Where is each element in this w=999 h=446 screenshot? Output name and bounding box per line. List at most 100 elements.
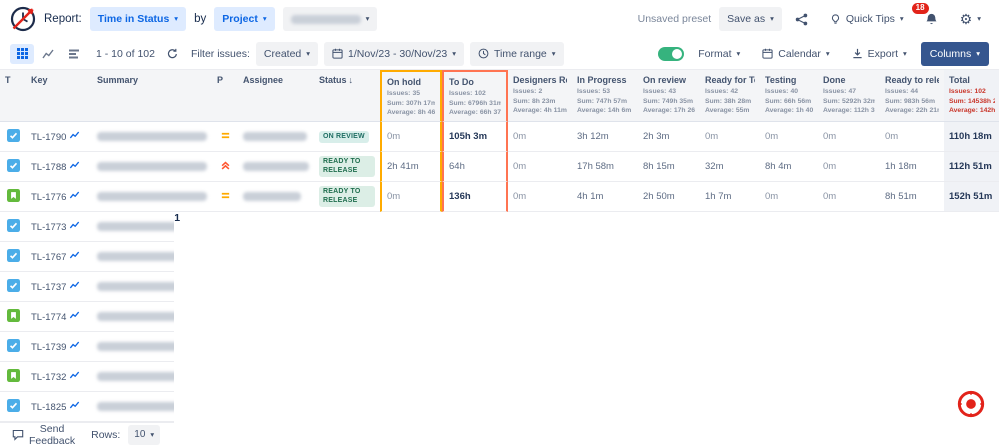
trend-chart-icon[interactable] [69,250,80,260]
issue-key-link[interactable]: TL-1790 [31,132,66,143]
status-badge: ON REVIEW [319,131,369,144]
time-cell: 0m [508,152,572,182]
column-stat-issues: Issues:2 [513,87,567,97]
trend-chart-icon[interactable] [69,220,80,230]
save-as-button[interactable]: Save as ▾ [719,7,782,31]
report-type-dropdown[interactable]: Time in Status ▾ [90,7,186,31]
filter-created-dropdown[interactable]: Created ▾ [256,42,318,66]
time-cell: 105h 3m [442,122,508,152]
trend-chart-icon[interactable] [69,190,80,200]
time-cell: 0m [508,122,572,152]
columns-dropdown[interactable]: Columns ▾ [921,42,989,66]
trend-chart-icon[interactable] [69,280,80,290]
group-by-dropdown[interactable]: Project ▾ [214,7,274,31]
notification-badge: 18 [912,3,929,14]
share-icon[interactable] [790,7,814,31]
column-stat-issues: Issues:102 [949,87,995,97]
issue-key-cell: TL-1739 [26,332,92,362]
issue-key-cell: TL-1732 [26,362,92,392]
send-feedback-button[interactable]: Send Feedback [12,423,75,446]
table-view-button[interactable] [10,44,34,64]
gear-icon: ⚙ [960,12,973,26]
project-filter-dropdown[interactable]: ▾ [283,7,378,31]
column-header-on-review[interactable]: On reviewIssues:43Sum:749h 35mAverage:17… [638,70,700,122]
column-stat-sum: Sum:8h 23m [513,97,567,107]
format-toggle[interactable] [658,47,684,61]
settings-button[interactable]: ⚙ ▾ [952,7,989,31]
issue-key-link[interactable]: TL-1732 [31,372,66,383]
issue-key-link[interactable]: TL-1773 [31,222,66,233]
trend-chart-icon[interactable] [69,130,80,140]
column-header-summary[interactable]: Summary [92,70,212,122]
column-header-testing[interactable]: TestingIssues:40Sum:66h 56mAverage:1h 40… [760,70,818,122]
time-cell: 2h 50m [638,182,700,212]
task-type-icon [7,219,20,232]
issue-key-link[interactable]: TL-1739 [31,342,66,353]
column-header-done[interactable]: DoneIssues:47Sum:5292h 32mAverage:112h 3… [818,70,880,122]
rows-per-page-dropdown[interactable]: 10 ▾ [128,425,160,445]
page-1[interactable]: 1 [174,212,999,446]
calendar-dropdown[interactable]: Calendar ▾ [754,42,837,66]
issue-key-link[interactable]: TL-1737 [31,282,66,293]
issue-key-cell: TL-1776 [26,182,92,212]
chevron-down-icon: ▾ [366,15,370,23]
column-stat-average: Average:142h 32m [949,106,995,116]
column-header-t[interactable]: T [0,70,26,122]
trend-chart-icon[interactable] [69,160,80,170]
time-cell: 0m [380,122,442,152]
chevron-down-icon: ▾ [452,50,456,58]
total-cell: 110h 18m [944,122,999,152]
column-header-in-progress[interactable]: In ProgressIssues:53Sum:747h 57mAverage:… [572,70,638,122]
list-view-button[interactable] [62,44,86,64]
quick-tips-button[interactable]: Quick Tips ▾ [822,7,912,31]
status-cell: READY TO RELEASE [314,182,380,212]
trend-chart-icon[interactable] [69,370,80,380]
issue-type-cell [0,302,26,332]
trend-chart-icon[interactable] [69,340,80,350]
refresh-icon[interactable] [161,42,185,66]
column-header-ready-to-release[interactable]: Ready to releaseIssues:44Sum:983h 56mAve… [880,70,944,122]
column-header-ready-for-testing[interactable]: Ready for TestingIssues:42Sum:38h 28mAve… [700,70,760,122]
column-header-on-hold[interactable]: On holdIssues:35Sum:307h 17mAverage:8h 4… [380,70,442,122]
priority-cell [212,182,238,212]
task-type-icon [7,159,20,172]
export-label: Export [868,48,898,60]
result-count: 1 - 10 of 102 [96,48,155,60]
format-dropdown[interactable]: Format ▾ [690,42,748,66]
date-range-picker[interactable]: 1/Nov/23 - 30/Nov/23 ▾ [324,42,464,66]
column-title: Summary [97,75,138,85]
time-cell: 8h 51m [880,182,944,212]
priority-cell [212,122,238,152]
sort-desc-icon: ↓ [349,75,354,85]
export-dropdown[interactable]: Export ▾ [844,42,915,66]
issue-key-link[interactable]: TL-1767 [31,252,66,263]
chart-view-button[interactable] [36,44,60,64]
notifications-button[interactable]: 18 [920,7,944,31]
issue-key-link[interactable]: TL-1776 [31,192,66,203]
issue-key-link[interactable]: TL-1774 [31,312,66,323]
column-header-assignee[interactable]: Assignee [238,70,314,122]
status-badge: READY TO RELEASE [319,156,375,178]
date-range-value: 1/Nov/23 - 30/Nov/23 [348,48,447,60]
column-header-status[interactable]: Status↓ [314,70,380,122]
column-header-key[interactable]: Key [26,70,92,122]
issue-key-link[interactable]: TL-1825 [31,402,66,413]
summary-cell [92,182,212,212]
issue-type-cell [0,182,26,212]
blurred-project-name [291,15,361,24]
column-header-total[interactable]: TotalIssues:102Sum:14538h 22mAverage:142… [944,70,999,122]
trend-chart-icon[interactable] [69,400,80,410]
feedback-widget-icon[interactable] [957,390,985,418]
column-stat-average: Average:14h 6m [577,106,633,116]
issue-key-link[interactable]: TL-1788 [31,162,66,173]
trend-chart-icon[interactable] [69,310,80,320]
story-type-icon [7,309,20,322]
total-cell: 112h 51m [944,152,999,182]
column-header-p[interactable]: P [212,70,238,122]
time-cell: 0m [380,182,442,212]
time-range-dropdown[interactable]: Time range ▾ [470,42,563,66]
chevron-down-icon: ▾ [306,50,310,58]
time-cell: 3h 12m [572,122,638,152]
column-header-designers-review[interactable]: Designers ReviewIssues:2Sum:8h 23mAverag… [508,70,572,122]
column-header-to-do[interactable]: To DoIssues:102Sum:6796h 31mAverage:66h … [442,70,508,122]
